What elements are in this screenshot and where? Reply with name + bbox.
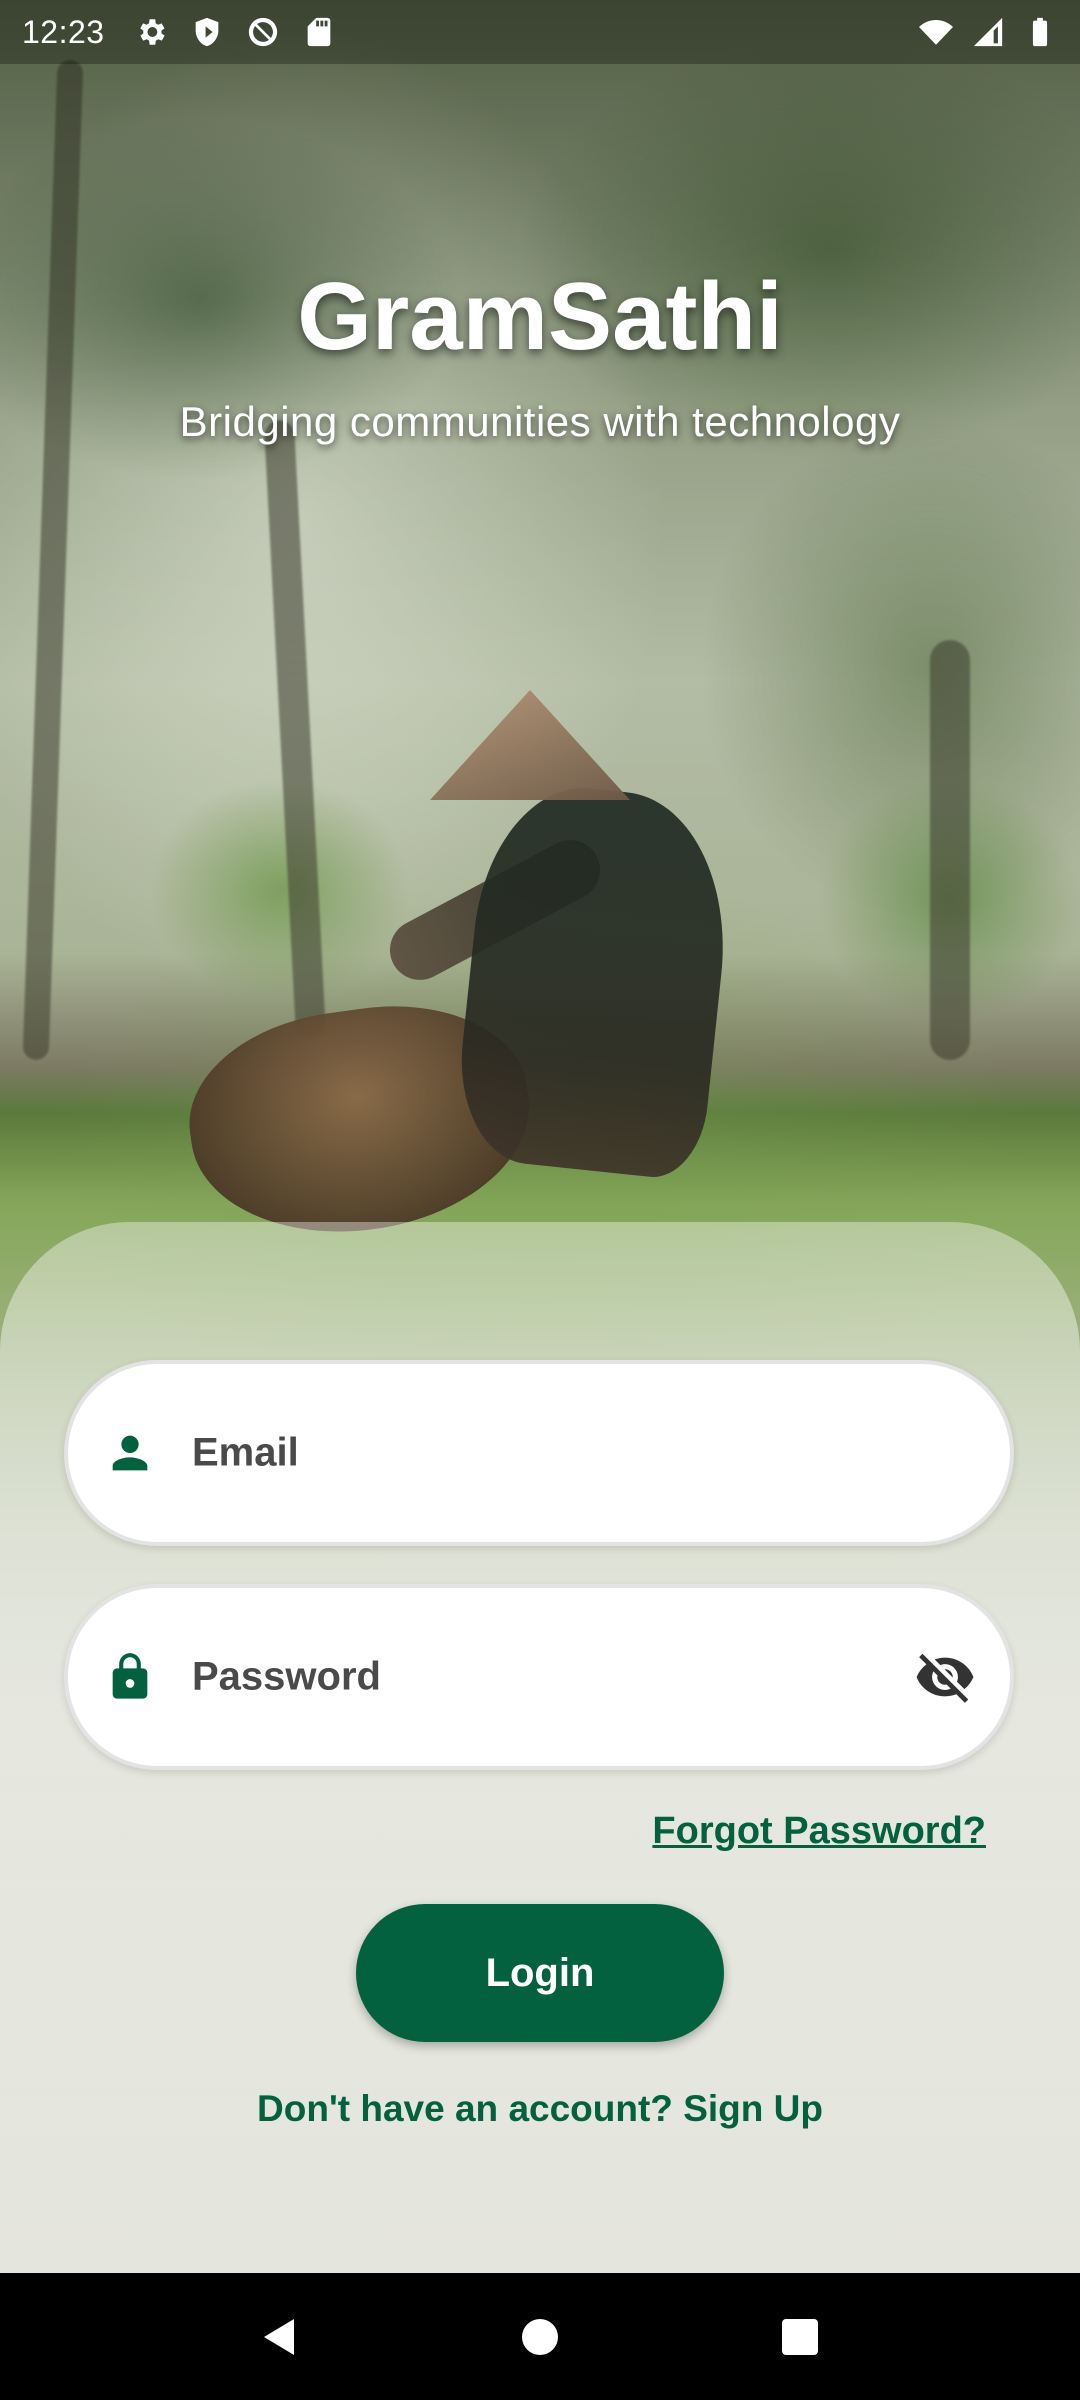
email-input[interactable]	[192, 1430, 900, 1476]
settings-icon	[133, 14, 169, 50]
battery-icon	[1022, 14, 1058, 50]
person-icon	[102, 1425, 158, 1481]
status-icons-left	[133, 14, 337, 50]
wifi-icon	[918, 14, 954, 50]
visibility-off-icon[interactable]	[910, 1642, 980, 1712]
lock-icon	[102, 1649, 158, 1705]
signup-line: Don't have an account? Sign Up	[0, 2088, 1080, 2130]
status-icons-right	[918, 14, 1058, 50]
sd-card-icon	[301, 14, 337, 50]
shield-icon	[189, 14, 225, 50]
signup-link[interactable]: Sign Up	[683, 2088, 823, 2129]
status-time: 12:23	[22, 13, 105, 50]
signup-prompt: Don't have an account?	[257, 2088, 684, 2129]
login-button[interactable]: Login	[356, 1904, 724, 2042]
app-tagline: Bridging communities with technology	[179, 398, 901, 445]
home-icon[interactable]	[500, 2297, 580, 2377]
vpn-blocked-icon	[245, 14, 281, 50]
app-title: GramSathi	[297, 263, 783, 370]
password-input[interactable]	[192, 1654, 900, 1700]
back-icon[interactable]	[240, 2297, 320, 2377]
password-field[interactable]	[64, 1584, 1014, 1770]
email-field[interactable]	[64, 1360, 1014, 1546]
recents-icon[interactable]	[760, 2297, 840, 2377]
forgot-password-link[interactable]: Forgot Password?	[652, 1810, 986, 1853]
navigation-bar	[0, 2273, 1080, 2400]
status-bar: 12:23	[0, 0, 1080, 64]
cellular-signal-icon	[970, 14, 1006, 50]
